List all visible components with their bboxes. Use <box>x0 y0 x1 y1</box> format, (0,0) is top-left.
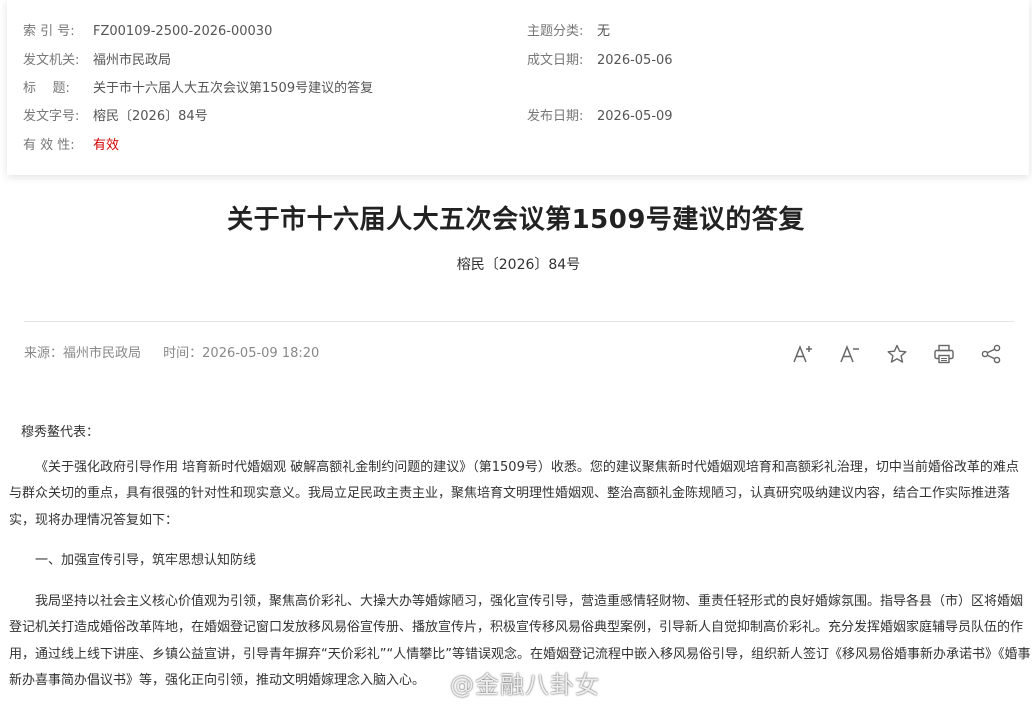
salutation: 穆秀鳌代表： <box>21 425 100 440</box>
meta-row-title: 标 题: 关于市十六届人大五次会议第1509号建议的答复 <box>7 79 1029 99</box>
document-number: 榕民〔2026〕84号 <box>456 257 581 273</box>
publish-time: 时间：2026-05-09 18:20 <box>163 346 320 361</box>
font-increase-icon <box>792 344 812 363</box>
source-info: 来源：福州市民政局 时间：2026-05-09 18:20 <box>24 344 319 364</box>
docno-value: 榕民〔2026〕84号 <box>93 109 208 124</box>
title-label: 标 题: <box>23 81 70 96</box>
divider <box>24 321 1014 322</box>
print-icon <box>933 344 954 364</box>
title-value: 关于市十六届人大五次会议第1509号建议的答复 <box>93 81 374 96</box>
meta-row-docno: 发文字号: 榕民〔2026〕84号 发布日期: 2026-05-09 <box>7 107 1029 127</box>
issuer-value: 福州市民政局 <box>93 53 172 68</box>
article-body: 穆秀鳌代表： 《关于强化政府引导作用 培育新时代婚姻观 破解高额礼金制约问题的建… <box>9 420 1031 695</box>
share-icon <box>981 344 1000 364</box>
date-value: 2026-05-06 <box>597 53 673 68</box>
validity-value: 有效 <box>93 138 120 153</box>
font-decrease-icon <box>839 344 859 363</box>
validity-label: 有 效 性: <box>23 138 75 153</box>
publish-value: 2026-05-09 <box>597 109 673 124</box>
meta-row-issuer: 发文机关: 福州市民政局 成文日期: 2026-05-06 <box>7 51 1029 71</box>
watermark: @金融八卦女 <box>450 665 600 700</box>
favorite-button[interactable] <box>873 342 920 366</box>
paragraph-intro: 《关于强化政府引导作用 培育新时代婚姻观 破解高额礼金制约问题的建议》（第150… <box>9 459 1019 528</box>
section-heading-1: 一、加强宣传引导，筑牢思想认知防线 <box>35 553 257 568</box>
watermark-text: @金融八卦女 <box>450 671 600 699</box>
issuer-label: 发文机关: <box>23 53 80 68</box>
publish-label: 发布日期: <box>527 109 584 124</box>
index-value: FZ00109-2500-2026-00030 <box>93 24 273 39</box>
print-button[interactable] <box>920 342 967 366</box>
star-icon <box>887 344 906 363</box>
share-button[interactable] <box>967 342 1014 366</box>
docno-label: 发文字号: <box>23 109 80 124</box>
meta-row-validity: 有 效 性: 有效 <box>7 136 1029 156</box>
category-value: 无 <box>597 24 611 39</box>
index-label: 索 引 号: <box>23 24 75 39</box>
meta-row-index: 索 引 号: FZ00109-2500-2026-00030 主题分类: 无 <box>7 22 1029 42</box>
source-text: 来源：福州市民政局 <box>24 346 142 361</box>
document-metadata-card: 索 引 号: FZ00109-2500-2026-00030 主题分类: 无 发… <box>7 0 1029 175</box>
font-increase-button[interactable] <box>779 342 826 366</box>
page-title: 关于市十六届人大五次会议第1509号建议的答复 <box>227 205 805 235</box>
category-label: 主题分类: <box>527 24 584 39</box>
font-decrease-button[interactable] <box>826 342 873 366</box>
article-toolbar <box>779 342 1014 366</box>
date-label: 成文日期: <box>527 53 584 68</box>
